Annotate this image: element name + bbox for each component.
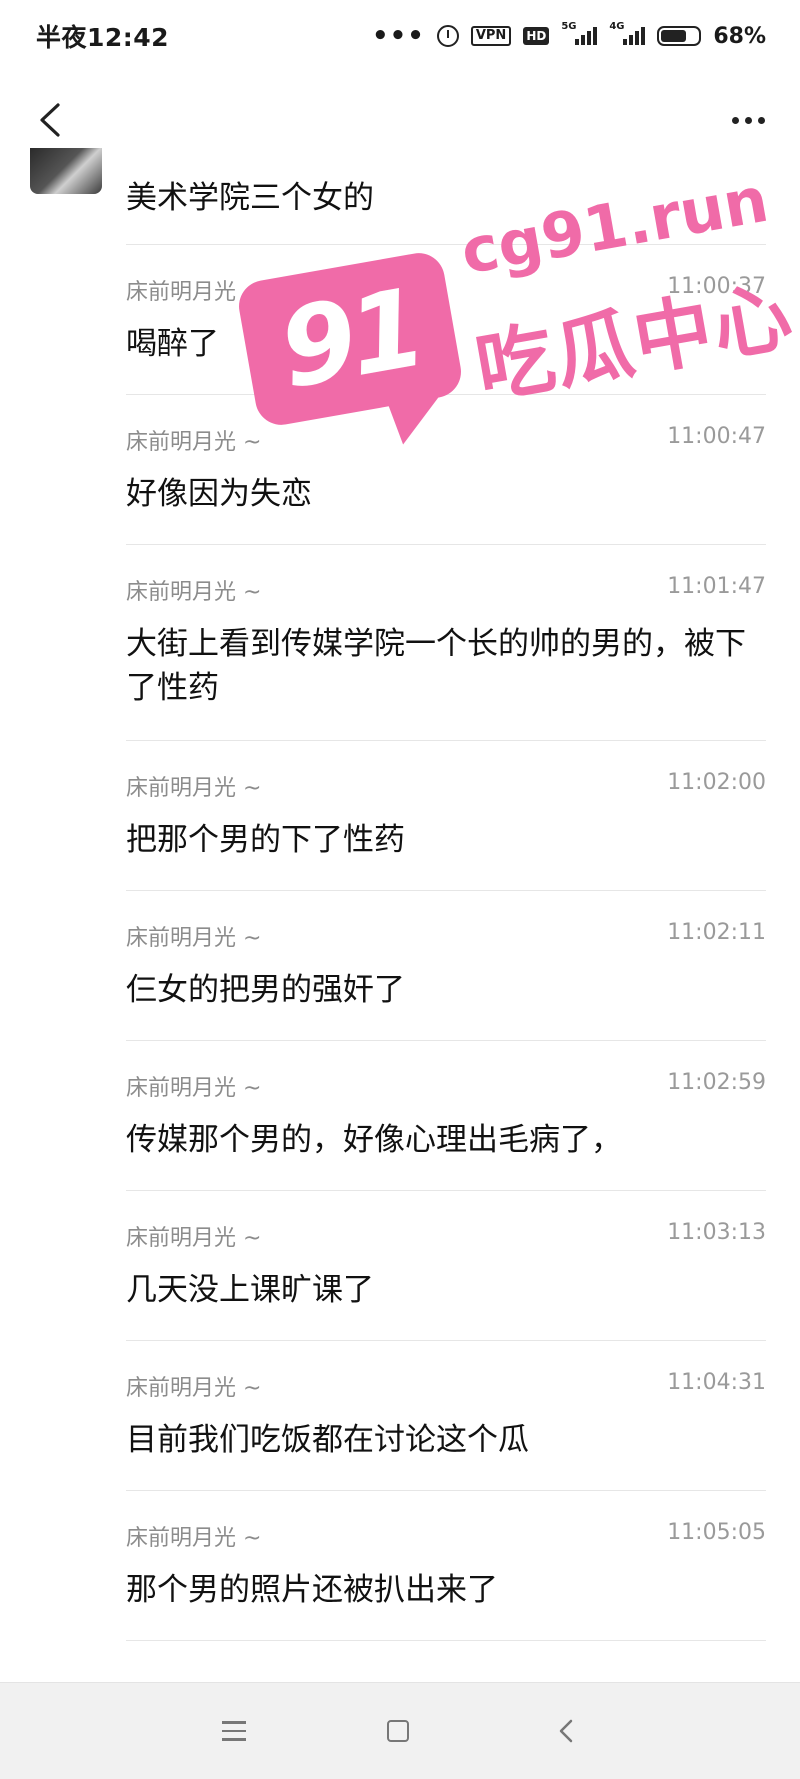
message-time: 11:05:05 — [667, 1520, 766, 1545]
message-sender: 床前明月光 ~ — [126, 1376, 262, 1401]
message-text: 那个男的照片还被扒出来了 — [126, 1572, 498, 1608]
divider — [126, 394, 766, 395]
alarm-icon — [436, 25, 459, 47]
dot-icon — [731, 116, 739, 124]
title-bar — [0, 72, 800, 168]
message-text: 美术学院三个女的 — [126, 180, 374, 216]
message-sender: 床前明月光 ~ — [126, 1076, 262, 1101]
dot-icon — [757, 116, 765, 124]
message-time: 11:02:11 — [667, 920, 766, 945]
divider — [126, 1340, 766, 1341]
system-back-button[interactable] — [544, 1709, 588, 1753]
message-time: 11:01:47 — [667, 574, 766, 599]
back-button[interactable] — [24, 94, 76, 146]
message-text: 把那个男的下了性药 — [126, 822, 405, 858]
watermark-domain: cg91.run — [455, 162, 774, 289]
avatar[interactable] — [30, 148, 102, 194]
battery-percent: 68% — [713, 23, 766, 49]
message-text: 传媒那个男的，好像心理出毛病了， — [126, 1122, 622, 1158]
message-sender: 床前明月光 ~ — [126, 280, 262, 305]
status-icons: ••• VPN HD 5G 4G 68% — [372, 21, 766, 51]
message-text: 目前我们吃饭都在讨论这个瓜 — [126, 1422, 529, 1458]
menu-line-icon — [222, 1738, 246, 1741]
signal-4g-icon: 4G — [609, 21, 646, 45]
divider — [126, 1040, 766, 1041]
system-nav-bar — [0, 1682, 800, 1779]
message-sender: 床前明月光 ~ — [126, 580, 262, 605]
menu-line-icon — [222, 1721, 246, 1724]
chevron-left-icon — [559, 1719, 573, 1743]
message-sender: 床前明月光 ~ — [126, 926, 262, 951]
more-notifications-icon: ••• — [371, 21, 425, 51]
menu-line-icon — [222, 1729, 246, 1733]
message-text: 几天没上课旷课了 — [126, 1272, 374, 1308]
dot-icon — [744, 116, 752, 124]
status-time: 半夜12:42 — [36, 23, 170, 52]
divider — [126, 1190, 766, 1191]
divider — [126, 544, 766, 545]
home-button[interactable] — [376, 1709, 420, 1753]
divider — [126, 890, 766, 891]
message-sender: 床前明月光 ~ — [126, 776, 262, 801]
message-time: 11:03:13 — [667, 1220, 766, 1245]
signal-4g-label: 4G — [609, 21, 625, 32]
divider — [126, 1490, 766, 1491]
more-options-button[interactable] — [720, 94, 776, 146]
chevron-left-icon — [40, 103, 60, 137]
message-text: 喝醉了 — [126, 326, 219, 362]
vpn-icon: VPN — [470, 26, 512, 46]
message-time: 11:00:47 — [667, 424, 766, 449]
message-time: 11:02:00 — [667, 770, 766, 795]
message-text: 好像因为失恋 — [126, 476, 312, 512]
divider — [126, 244, 766, 245]
hd-icon: HD — [523, 27, 550, 45]
signal-5g-icon: 5G — [561, 21, 598, 45]
message-text: 大街上看到传媒学院一个长的帅的男的，被下了性药 — [126, 626, 746, 706]
battery-icon — [657, 26, 702, 46]
watermark: 91 cg91.run 吃瓜中心 — [234, 163, 800, 458]
signal-5g-label: 5G — [561, 21, 577, 32]
message-sender: 床前明月光 ~ — [126, 1226, 262, 1251]
message-time: 11:02:59 — [667, 1070, 766, 1095]
message-text: 仨女的把男的强奸了 — [126, 972, 405, 1008]
battery-fill — [661, 30, 686, 42]
recent-apps-button[interactable] — [212, 1709, 256, 1753]
status-bar: 半夜12:42 ••• VPN HD 5G 4G 68% — [0, 0, 800, 72]
message-sender: 床前明月光 ~ — [126, 430, 262, 455]
square-icon — [387, 1720, 409, 1742]
message-time: 11:04:31 — [667, 1370, 766, 1395]
message-time: 11:00:37 — [667, 274, 766, 299]
message-sender: 床前明月光 ~ — [126, 1526, 262, 1551]
divider — [126, 740, 766, 741]
divider — [126, 1640, 766, 1641]
